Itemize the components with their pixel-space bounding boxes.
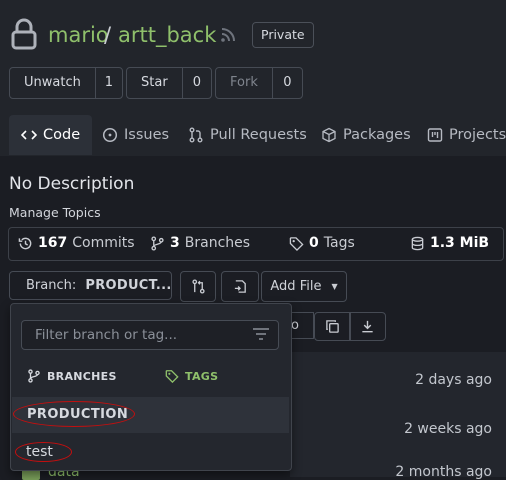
repo-name-link[interactable]: artt_back (118, 23, 216, 47)
file-list (290, 352, 506, 477)
file-row-time: 2 days ago (415, 372, 492, 388)
filter-placeholder: Filter branch or tag... (35, 327, 178, 343)
document-arrow-icon (234, 280, 246, 293)
commits-count: 167 (38, 235, 68, 251)
add-file-dropdown[interactable]: Add File ▼ (261, 271, 347, 302)
tag-icon (165, 370, 179, 383)
tab-projects-label: Projects (449, 127, 506, 143)
repo-description: No Description (9, 174, 135, 194)
size-stat: 1.3 MiB (410, 235, 489, 251)
visibility-badge: Private (252, 22, 314, 48)
tab-pull-requests[interactable]: Pull Requests (188, 115, 307, 155)
tab-issues[interactable]: Issues (102, 115, 169, 155)
watch-count[interactable]: 1 (94, 68, 122, 98)
filter-menu-icon[interactable] (252, 327, 270, 341)
compare-button[interactable] (180, 271, 216, 302)
tags-label: Tags (323, 235, 355, 251)
rss-icon[interactable] (220, 27, 236, 43)
repo-size: 1.3 MiB (430, 235, 490, 251)
file-row-time: 2 months ago (395, 464, 492, 480)
branches-tab[interactable]: BRANCHES (27, 369, 117, 383)
tags-tab[interactable]: TAGS (165, 369, 218, 383)
new-pr-button[interactable] (221, 271, 259, 302)
download-icon (362, 320, 373, 333)
branch-icon (28, 369, 40, 383)
tab-packages[interactable]: Packages (321, 115, 411, 155)
annotation-circle (13, 401, 135, 427)
star-button-group[interactable]: Star 0 (126, 67, 212, 99)
lock-icon (11, 18, 37, 50)
project-icon (427, 128, 443, 142)
fork-button[interactable]: Fork (216, 68, 272, 98)
download-button[interactable] (349, 312, 386, 341)
branches-tab-label: BRANCHES (47, 369, 117, 383)
tags-stat[interactable]: 0 Tags (289, 235, 355, 251)
unwatch-button[interactable]: Unwatch (10, 68, 95, 98)
pull-request-icon (189, 127, 203, 143)
tags-count: 0 (309, 235, 319, 251)
tab-issues-label: Issues (124, 127, 170, 143)
fork-count[interactable]: 0 (271, 68, 302, 98)
tab-projects[interactable]: Projects (427, 115, 506, 155)
database-icon (411, 236, 424, 250)
branch-selector-value: PRODUCT... (85, 278, 172, 293)
history-icon (18, 237, 32, 249)
tab-code-label: Code (43, 127, 81, 143)
tags-tab-label: TAGS (185, 369, 219, 383)
branch-icon (151, 235, 164, 251)
copy-clone-url-button[interactable] (314, 312, 351, 341)
compare-icon (191, 279, 205, 294)
issue-icon (102, 127, 118, 143)
branches-label: Branches (184, 235, 251, 251)
tab-pull-requests-label: Pull Requests (210, 127, 307, 143)
add-file-label: Add File (270, 279, 322, 294)
commits-stat[interactable]: 167 Commits (18, 235, 135, 251)
tab-code[interactable]: Code (9, 115, 93, 155)
code-icon (21, 130, 37, 140)
annotation-circle (15, 442, 72, 462)
tab-packages-label: Packages (343, 127, 411, 143)
copy-icon (326, 320, 339, 333)
package-icon (322, 127, 336, 143)
star-count[interactable]: 0 (181, 68, 211, 98)
manage-topics-link[interactable]: Manage Topics (9, 205, 101, 220)
repo-separator: / (104, 23, 112, 47)
file-row-time: 2 weeks ago (404, 421, 492, 437)
branches-stat[interactable]: 3 Branches (150, 235, 250, 251)
branch-selector-button[interactable]: Branch: PRODUCT... (9, 271, 172, 300)
chevron-down-icon: ▼ (331, 282, 338, 291)
commits-label: Commits (72, 235, 135, 251)
repo-owner-link[interactable]: mario (48, 23, 109, 47)
branch-selector-prefix: Branch: (26, 278, 81, 293)
tag-icon (289, 236, 304, 251)
unwatch-button-group[interactable]: Unwatch 1 (9, 67, 123, 99)
fork-button-group[interactable]: Fork 0 (215, 67, 303, 99)
star-button[interactable]: Star (127, 68, 182, 98)
branches-count: 3 (170, 235, 180, 251)
